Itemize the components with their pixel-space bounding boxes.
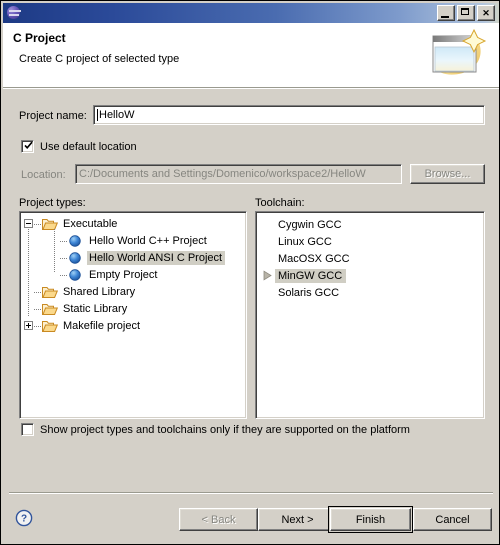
blue-sphere-icon-wrap [68,268,82,285]
tree-connector [60,258,67,259]
project-types-tree[interactable]: Executable Hello World C++ Project Hello W… [20,212,246,335]
toolchain-pointer-icon [263,270,272,281]
toolchain-item-label: MinGW GCC [275,268,347,283]
tree-item-makefile-project[interactable]: Makefile project [20,318,246,335]
blue-sphere-icon [69,252,81,264]
tree-item-label: Shared Library [63,286,136,298]
toolchain-item-linux-gcc[interactable]: Linux GCC [256,233,484,250]
tree-connector [60,275,67,276]
toolchain-item-label: MacOSX GCC [278,252,350,265]
blue-sphere-icon [69,269,81,281]
tree-item-label: Hello World ANSI C Project [87,251,226,265]
svg-text:?: ? [21,514,27,525]
cancel-button-label: Cancel [435,513,470,526]
tree-item-label: Executable [63,218,118,230]
open-folder-icon-wrap [42,285,59,302]
location-value: C:/Documents and Settings/Domenico/works… [79,168,366,180]
text-caret [97,109,98,121]
back-button-label: < Back [201,513,236,526]
toolchain-item-cygwin-gcc[interactable]: Cygwin GCC [256,216,484,233]
toolchain-item-label: Linux GCC [278,235,332,248]
show-supported-label[interactable]: Show project types and toolchains only i… [40,424,410,436]
close-button[interactable]: ✕ [477,5,495,21]
maximize-button[interactable] [457,5,475,21]
project-name-input[interactable]: HelloW [93,105,485,125]
location-label: Location: [21,169,66,181]
new-c-project-wizard-icon [432,28,487,75]
finish-button-default-frame: Finish [328,506,413,533]
page-subtitle: Create C project of selected type [19,53,180,65]
toolchain-marker [262,270,275,281]
blue-sphere-icon [69,235,81,247]
project-types-label: Project types: [19,197,86,209]
toolchain-item-solaris-gcc[interactable]: Solaris GCC [256,284,484,301]
location-input: C:/Documents and Settings/Domenico/works… [75,164,402,184]
project-name-label: Project name: [19,110,87,122]
project-types-panel[interactable]: Executable Hello World C++ Project Hello W… [19,211,247,419]
toolchain-label: Toolchain: [255,197,305,209]
tree-connector [34,309,41,310]
open-folder-icon [42,321,59,332]
tree-item-shared-library[interactable]: Shared Library [20,284,246,301]
tree-item-label: Empty Project [89,269,158,281]
toolchain-list[interactable]: Cygwin GCC Linux GCC MacOSX GCC MinGW GCC So… [256,212,484,301]
tree-item-label: Hello World C++ Project [89,235,207,247]
tree-connector [34,224,41,225]
cancel-button[interactable]: Cancel [413,508,492,531]
minimize-button[interactable] [437,5,455,21]
browse-button[interactable]: Browse... [410,164,485,184]
show-supported-checkbox[interactable] [21,423,34,436]
dialog-body: Project name: HelloW Use default locatio… [3,89,499,544]
checkmark-icon [24,141,33,150]
open-folder-icon [42,287,59,298]
tree-item-label: Makefile project [63,320,141,332]
tree-connector [34,292,41,293]
open-folder-icon [42,219,59,230]
footer-separator [9,492,493,494]
eclipse-icon [6,5,22,21]
tree-item-static-library[interactable]: Static Library [20,301,246,318]
finish-button[interactable]: Finish [330,508,411,531]
blue-sphere-icon-wrap [68,251,82,268]
finish-button-label: Finish [355,513,386,526]
tree-trunk-root [28,227,29,316]
tree-item-label: Static Library [63,303,128,315]
expand-icon[interactable] [24,321,33,330]
tree-connector [34,326,41,327]
use-default-location-label[interactable]: Use default location [40,141,137,153]
window-controls: ✕ [437,5,495,21]
tree-trunk-executable [54,229,55,272]
title-bar[interactable]: ✕ [3,3,499,23]
open-folder-icon [42,304,59,315]
toolchain-item-label: Solaris GCC [278,286,340,299]
tree-connector [60,241,67,242]
toolchain-item-macosx-gcc[interactable]: MacOSX GCC [256,250,484,267]
project-name-value: HelloW [99,109,135,121]
back-button[interactable]: < Back [179,508,258,531]
c-project-wizard-dialog: ✕ C Project Create C project of selected… [0,0,500,545]
wizard-header: C Project Create C project of selected t… [3,23,499,88]
next-button-label: Next > [281,513,314,526]
help-question-icon[interactable]: ? [15,509,33,527]
toolchain-item-label: Cygwin GCC [278,218,342,231]
open-folder-icon-wrap [42,302,59,319]
page-title: C Project [13,31,66,45]
next-button[interactable]: Next > [258,508,337,531]
blue-sphere-icon-wrap [68,234,82,251]
close-icon: ✕ [482,7,490,18]
toolchain-item-mingw-gcc[interactable]: MinGW GCC [256,267,484,284]
toolchain-panel[interactable]: Cygwin GCC Linux GCC MacOSX GCC MinGW GCC So… [255,211,485,419]
open-folder-icon-wrap [42,319,59,336]
use-default-location-checkbox[interactable] [21,140,34,153]
open-folder-icon-wrap [42,217,59,234]
